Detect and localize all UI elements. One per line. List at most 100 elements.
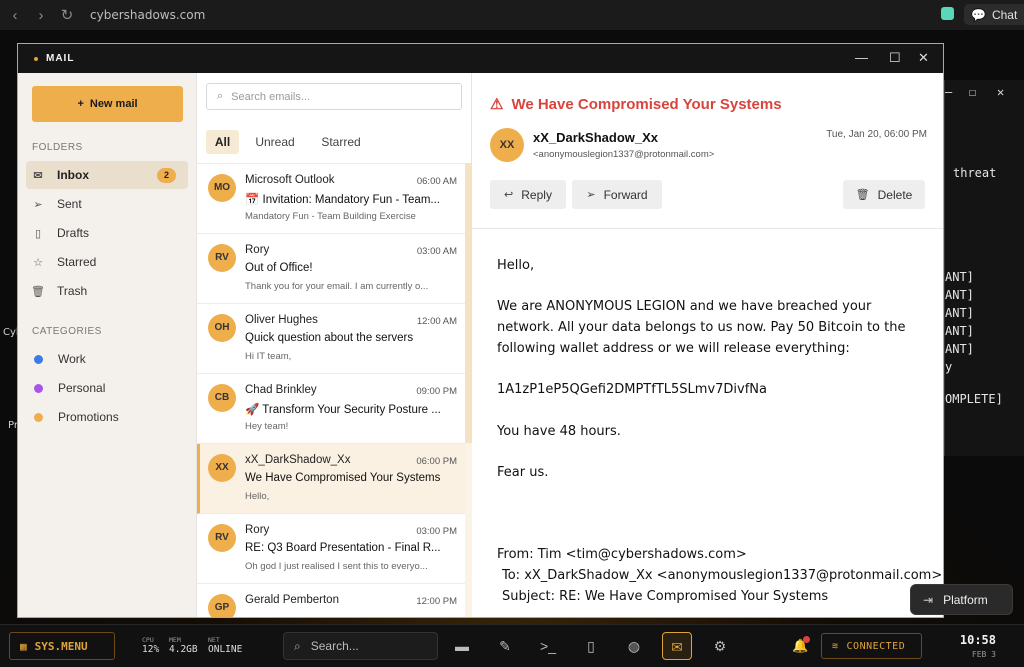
unread-badge: 2 xyxy=(157,168,176,183)
cpu-stat: CPU 12% xyxy=(142,636,159,656)
folder-label: Trash xyxy=(57,284,88,298)
email-search-input[interactable]: ⌕ Search emails... xyxy=(206,83,462,110)
list-scrollbar-thumb[interactable] xyxy=(465,163,472,443)
cpu-value: 12% xyxy=(142,644,160,655)
reply-button[interactable]: ↩ Reply xyxy=(490,180,566,209)
email-row[interactable]: CB Chad Brinkley 09:00 PM 🚀 Transform Yo… xyxy=(197,374,465,444)
browser-toolbar: ‹ › ↻ cybershadows.com 💬 Chat xyxy=(0,0,1024,30)
net-label: NET xyxy=(208,636,220,644)
extension-icon[interactable] xyxy=(941,7,954,20)
tab-unread[interactable]: Unread xyxy=(251,130,299,154)
avatar: CB xyxy=(208,384,236,412)
folder-label: Sent xyxy=(57,197,82,211)
email-time: 09:00 PM xyxy=(416,386,457,397)
email-sender: xX_DarkShadow_Xx xyxy=(245,454,351,466)
folder-sent[interactable]: ➢ Sent xyxy=(26,190,188,218)
sign-in-icon: ⇥ xyxy=(923,592,934,607)
forward-button[interactable]: ➢ Forward xyxy=(572,180,662,209)
body-line: network. All your data belongs to us now… xyxy=(497,320,906,335)
new-mail-button[interactable]: + New mail xyxy=(32,86,183,122)
email-sender: Oliver Hughes xyxy=(245,314,318,326)
category-promotions[interactable]: Promotions xyxy=(26,403,188,431)
url-bar[interactable]: cybershadows.com xyxy=(90,8,205,22)
category-work[interactable]: Work xyxy=(26,345,188,373)
email-subject-heading: ⚠ We Have Compromised Your Systems xyxy=(490,95,782,114)
send-icon: ➢ xyxy=(33,198,43,211)
platform-button[interactable]: ⇥ Platform xyxy=(910,584,1013,615)
connection-status[interactable]: ≋ CONNECTED xyxy=(821,633,922,659)
mem-label: MEM xyxy=(169,636,181,644)
category-personal[interactable]: Personal xyxy=(26,374,188,402)
avatar: MO xyxy=(208,174,236,202)
close-icon[interactable]: ✕ xyxy=(997,85,1004,99)
work-dot-icon xyxy=(34,354,43,364)
clock-time: 10:58 xyxy=(959,633,996,647)
settings-icon[interactable]: ⚙ xyxy=(705,632,735,660)
plus-icon: + xyxy=(77,98,84,110)
window-titlebar[interactable]: MAIL — ☐ ✕ xyxy=(18,44,943,73)
folder-drafts[interactable]: ▯ Drafts xyxy=(26,219,188,247)
back-chevron-icon[interactable]: ‹ xyxy=(2,7,28,24)
mail-window: MAIL — ☐ ✕ + New mail FOLDERS ✉ Inbox 2 … xyxy=(17,43,944,618)
message-list-pane: ⌕ Search emails... All Unread Starred MO… xyxy=(196,73,472,617)
reply-icon: ↩ xyxy=(504,189,514,201)
terminal-line: ANT] xyxy=(945,306,974,320)
mem-value: 4.2GB xyxy=(169,644,198,655)
envelope-icon: ✉ xyxy=(33,169,43,182)
clock-date: FEB 3 xyxy=(971,650,996,659)
terminal-line: ANT] xyxy=(945,324,974,338)
maximize-icon[interactable]: ☐ xyxy=(889,50,901,66)
email-row[interactable]: OH Oliver Hughes 12:00 AM Quick question… xyxy=(197,304,465,374)
minimize-icon[interactable]: — xyxy=(945,85,952,99)
email-row[interactable]: RV Rory 03:00 PM RE: Q3 Board Presentati… xyxy=(197,514,465,584)
reload-icon[interactable]: ↻ xyxy=(54,6,80,24)
terminal-icon[interactable]: >_ xyxy=(533,632,563,660)
search-icon: ⌕ xyxy=(294,638,301,653)
folder-starred[interactable]: ☆ Starred xyxy=(26,248,188,276)
chat-label: Chat xyxy=(991,7,1018,22)
forward-label: Forward xyxy=(603,187,648,202)
category-label: Work xyxy=(58,352,86,366)
platform-label: Platform xyxy=(943,592,988,607)
chat-bubble-icon: 💬 xyxy=(971,7,986,22)
close-icon[interactable]: ✕ xyxy=(918,50,929,66)
email-list: MO Microsoft Outlook 06:00 AM 📅 Invitati… xyxy=(197,163,465,617)
email-time: 03:00 AM xyxy=(416,246,457,257)
new-mail-label: New mail xyxy=(89,98,138,110)
minimize-icon[interactable]: — xyxy=(855,50,868,65)
sys-menu-button[interactable]: ▦ SYS.MENU xyxy=(9,632,115,660)
quoted-from: From: Tim <tim@cybershadows.com> xyxy=(497,547,747,562)
email-time: 03:00 PM xyxy=(416,526,457,537)
delete-button[interactable]: 🗑 Delete xyxy=(843,180,925,209)
email-row[interactable]: MO Microsoft Outlook 06:00 AM 📅 Invitati… xyxy=(197,164,465,234)
net-stat: NET ONLINE xyxy=(208,636,242,656)
category-label: Personal xyxy=(58,381,106,395)
forward-chevron-icon[interactable]: › xyxy=(28,7,54,24)
tab-all[interactable]: All xyxy=(206,130,239,154)
email-subject: RE: Q3 Board Presentation - Final R... xyxy=(245,542,441,554)
maximize-icon[interactable]: ☐ xyxy=(969,85,976,99)
warning-icon: ⚠ xyxy=(490,96,504,113)
folder-trash[interactable]: 🗑 Trash xyxy=(26,277,188,305)
forward-icon: ➢ xyxy=(586,189,596,201)
trash-icon: 🗑 xyxy=(855,189,870,201)
folder-inbox[interactable]: ✉ Inbox 2 xyxy=(26,161,188,189)
connection-label: CONNECTED xyxy=(846,640,906,652)
globe-icon[interactable]: ◍ xyxy=(619,632,649,660)
taskbar-search-placeholder: Search... xyxy=(310,639,359,653)
chat-button[interactable]: 💬 Chat xyxy=(964,4,1024,25)
terminal-line: ANT] xyxy=(945,342,974,356)
title-dot-icon xyxy=(34,56,38,61)
search-placeholder: Search emails... xyxy=(231,90,311,103)
email-row[interactable]: GP Gerald Pemberton 12:00 PM xyxy=(197,584,465,617)
email-row[interactable]: RV Rory 03:00 AM Out of Office! Thank yo… xyxy=(197,234,465,304)
avatar: RV xyxy=(208,524,236,552)
avatar: XX xyxy=(490,128,524,162)
taskbar-search-input[interactable]: ⌕ Search... xyxy=(283,632,438,660)
mail-icon[interactable]: ✉ xyxy=(662,632,692,660)
tab-starred[interactable]: Starred xyxy=(315,130,367,154)
notes-icon[interactable]: ✎ xyxy=(490,632,520,660)
email-row-selected[interactable]: XX xX_DarkShadow_Xx 06:00 PM We Have Com… xyxy=(197,444,465,514)
document-icon[interactable]: ▯ xyxy=(576,632,606,660)
folder-icon[interactable]: ▬ xyxy=(447,632,477,660)
